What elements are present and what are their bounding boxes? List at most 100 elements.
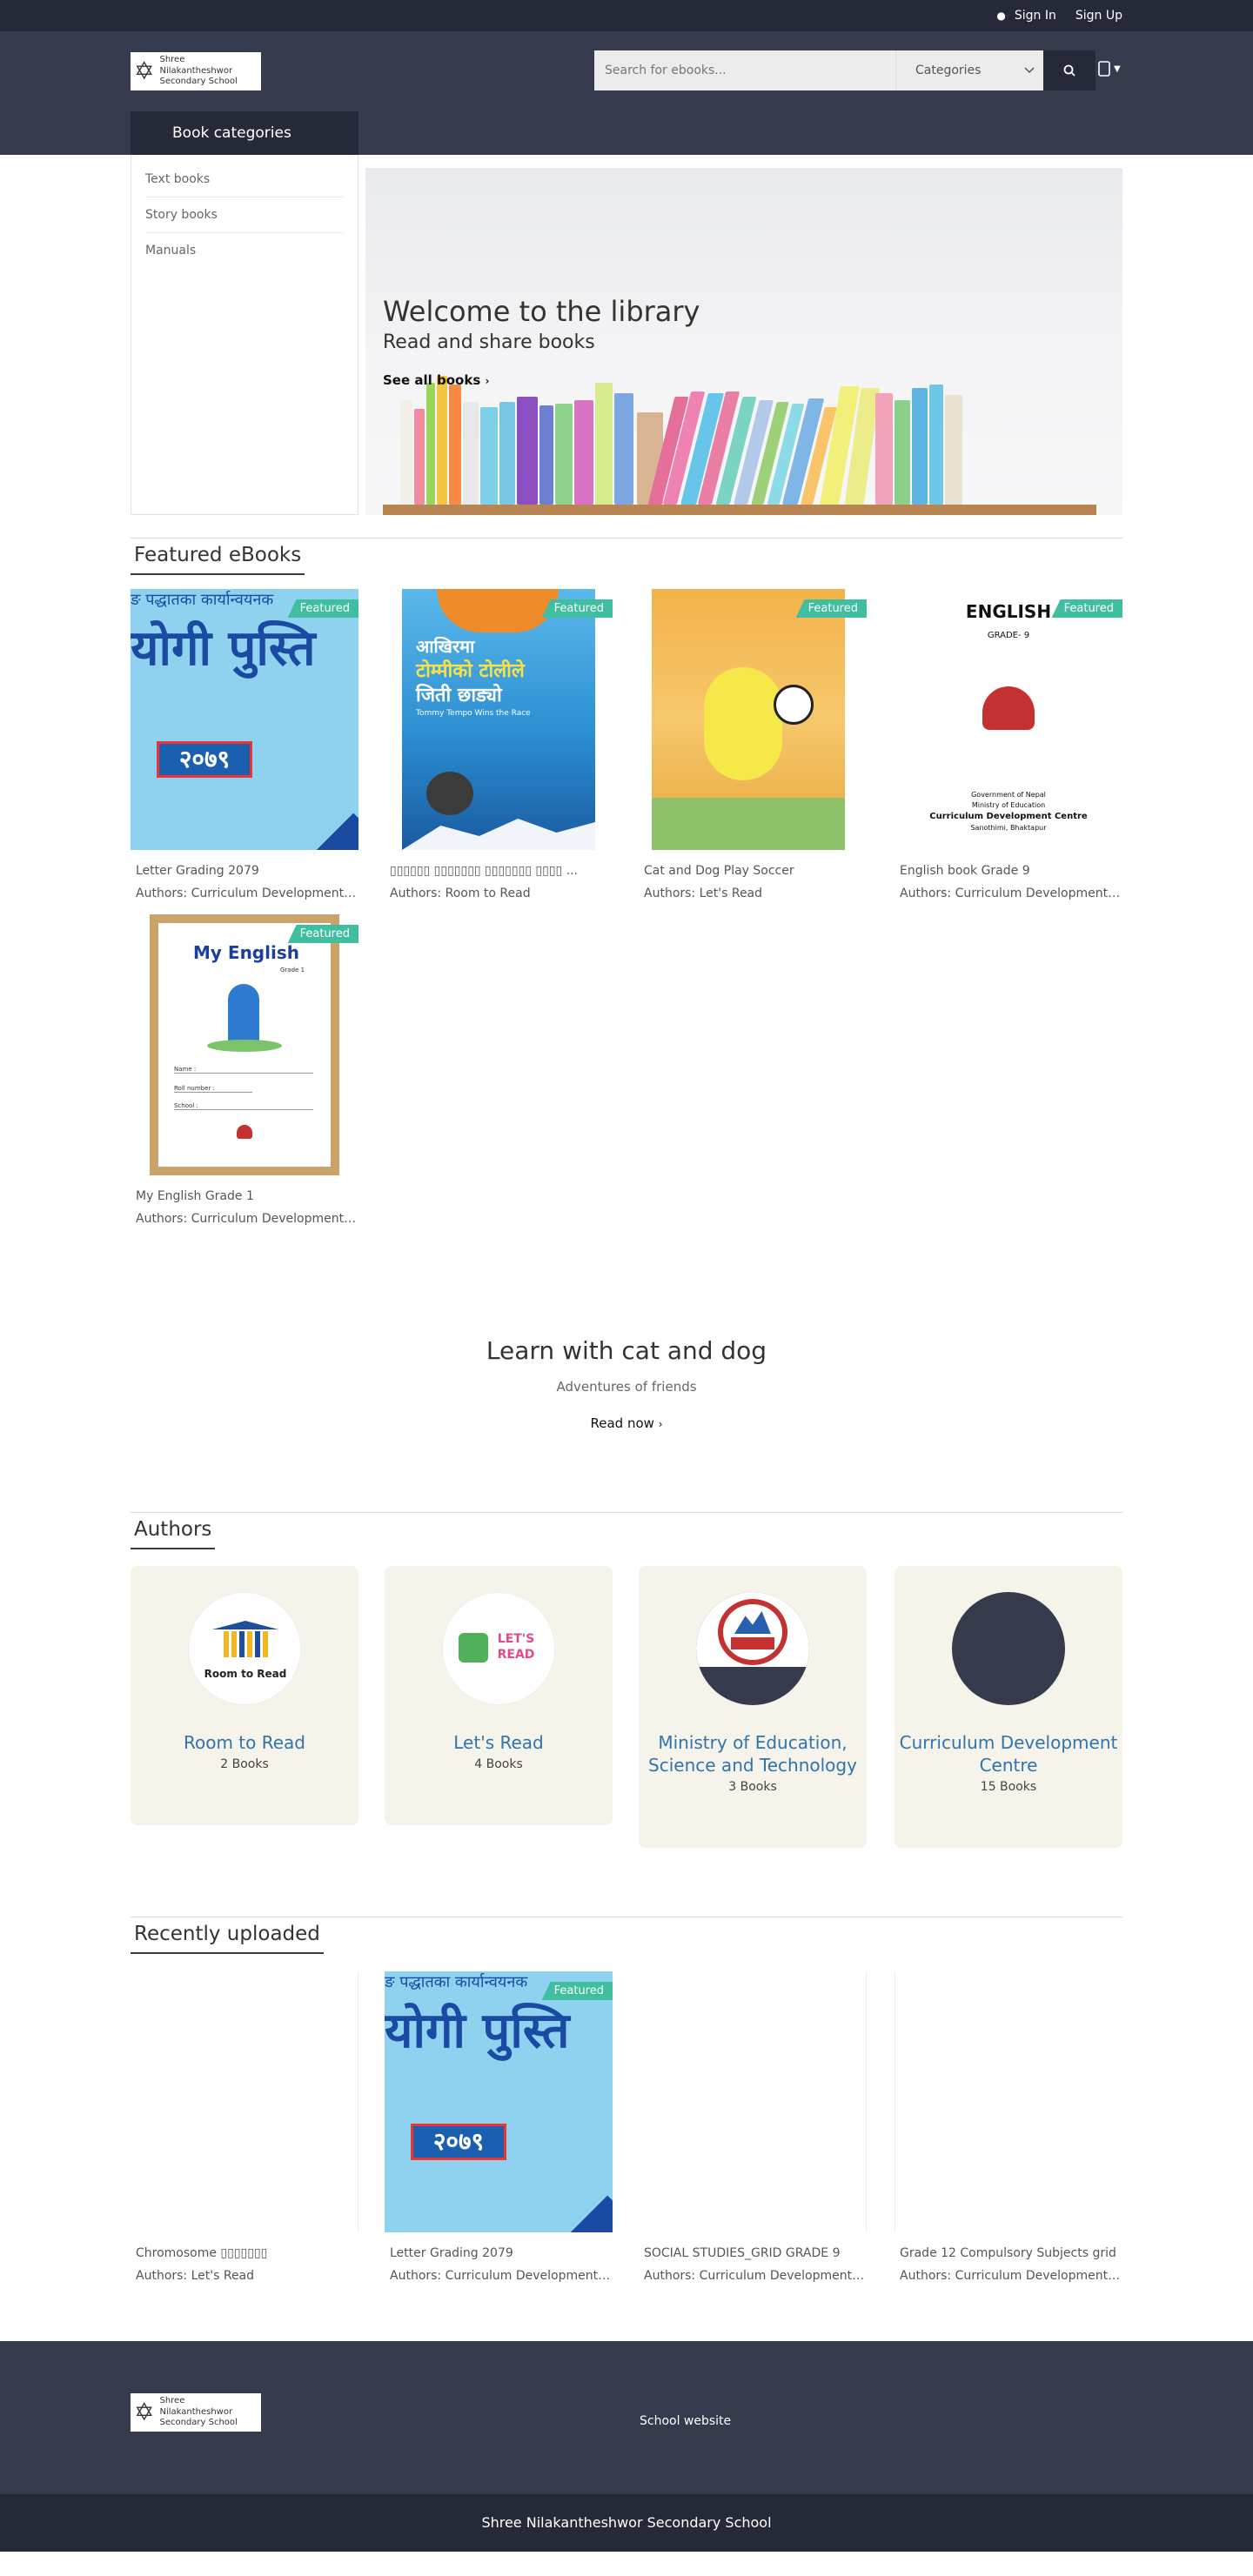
book-card[interactable]: Grade 12 Compulsory Subjects grid Author… — [895, 1971, 1122, 2283]
logo-name-line2: Secondary School — [159, 77, 238, 87]
welcome-banner: Welcome to the library Read and share bo… — [365, 168, 1122, 515]
book-cover[interactable] — [639, 589, 867, 850]
book-card[interactable]: My English Grade 1 Name : Roll number : … — [131, 914, 358, 1226]
cover-text: My English — [193, 942, 299, 963]
cover-text: टोम्मीको टोलीले — [416, 660, 525, 682]
book-card[interactable]: ङ पद्धातका कार्यान्वयनक योगी पुस्ति २०७९… — [131, 589, 358, 900]
author-name[interactable]: Let's Read — [385, 1731, 613, 1754]
book-categories-heading: Book categories — [131, 111, 358, 155]
promo-title: Learn with cat and dog — [486, 1336, 767, 1365]
book-card[interactable]: आखिरमा टोम्मीको टोलीले जिती छाड्यो Tommy… — [385, 589, 613, 900]
book-title[interactable]: English book Grade 9 — [895, 864, 1122, 878]
book-title[interactable]: ▯▯▯▯▯▯ ▯▯▯▯▯▯▯ ▯▯▯▯▯▯▯ ▯▯▯▯ ... — [385, 864, 613, 878]
sidebar-item-text-books[interactable]: Text books — [145, 162, 344, 197]
sidebar-item-story-books[interactable]: Story books — [145, 197, 344, 233]
copyright-bar: Shree Nilakantheshwor Secondary School — [0, 2494, 1253, 2552]
footer-logo[interactable]: ✡ Shree Nilakantheshwor Secondary School — [131, 2393, 261, 2432]
logo-name-line2: Secondary School — [159, 2418, 238, 2428]
book-cover[interactable]: ङ पद्धातका कार्यान्वयनक योगी पुस्ति २०७९ — [385, 1971, 613, 2232]
site-header: ✡ Shree Nilakantheshwor Secondary School… — [0, 31, 1253, 155]
book-cover[interactable] — [639, 1971, 867, 2232]
promo-subtitle: Adventures of friends — [556, 1379, 697, 1395]
book-cover[interactable]: आखिरमा टोम्मीको टोलीले जिती छाड्यो Tommy… — [385, 589, 613, 850]
sign-up-link[interactable]: Sign Up — [1075, 9, 1122, 23]
book-cover[interactable] — [895, 1971, 1122, 2232]
caret-down-icon: ▼ — [1114, 64, 1121, 74]
book-author[interactable]: Authors: Let's Read — [131, 2269, 358, 2283]
author-card[interactable]: Curriculum Development Centre 15 Books — [895, 1566, 1122, 1848]
book-title[interactable]: SOCIAL STUDIES_GRID GRADE 9 — [639, 2246, 867, 2260]
book-title[interactable]: My English Grade 1 — [131, 1189, 358, 1203]
see-all-books-link[interactable]: See all books › — [383, 372, 489, 388]
cover-text: Grade 1 — [280, 967, 305, 974]
cart-dropdown[interactable]: ▼ — [1098, 61, 1121, 77]
cover-text: २०७९ — [411, 2124, 506, 2160]
author-avatar[interactable]: Room to Read — [188, 1592, 301, 1705]
author-logo-text: Room to Read — [204, 1668, 287, 1680]
book-title[interactable]: Cat and Dog Play Soccer — [639, 864, 867, 878]
school-logo[interactable]: ✡ Shree Nilakantheshwor Secondary School — [131, 52, 261, 90]
search-input[interactable] — [594, 50, 895, 90]
banner-title: Welcome to the library — [383, 295, 700, 328]
book-title[interactable]: Grade 12 Compulsory Subjects grid — [895, 2246, 1122, 2260]
cover-text: Name : — [174, 1066, 313, 1074]
search-bar: Categories — [594, 50, 1096, 90]
arrow-right-icon: › — [658, 1418, 663, 1430]
author-name[interactable]: Room to Read — [131, 1731, 358, 1754]
author-card[interactable]: Ministry of Education, Science and Techn… — [639, 1566, 867, 1848]
cover-text: योगी पुस्ति — [385, 2003, 570, 2059]
book-author[interactable]: Authors: Curriculum Development ... — [385, 2269, 613, 2283]
book-title[interactable]: Letter Grading 2079 — [131, 864, 358, 878]
sidebar-item-manuals[interactable]: Manuals — [145, 233, 344, 268]
logo-text: Shree Nilakantheshwor Secondary School — [159, 2396, 258, 2429]
star-of-david-icon: ✡ — [134, 57, 155, 85]
book-cover[interactable]: My English Grade 1 Name : Roll number : … — [131, 914, 358, 1175]
book-cover[interactable]: ङ पद्धातका कार्यान्वयनक योगी पुस्ति २०७९ — [131, 589, 358, 850]
book-author[interactable]: Authors: Curriculum Development ... — [639, 2269, 867, 2283]
copyright-text: Shree Nilakantheshwor Secondary School — [481, 2514, 772, 2531]
book-cover[interactable] — [131, 1971, 358, 2232]
author-avatar[interactable]: LET'S READ — [442, 1592, 555, 1705]
arrow-right-icon: › — [485, 375, 490, 387]
author-name[interactable]: Ministry of Education, Science and Techn… — [639, 1731, 867, 1776]
book-title[interactable]: Letter Grading 2079 — [385, 2246, 613, 2260]
book-author[interactable]: Authors: Let's Read — [639, 887, 867, 900]
book-author[interactable]: Authors: Room to Read — [385, 887, 613, 900]
site-footer: ✡ Shree Nilakantheshwor Secondary School… — [0, 2341, 1253, 2494]
book-author[interactable]: Authors: Curriculum Development ... — [131, 887, 358, 900]
author-name[interactable]: Curriculum Development Centre — [895, 1731, 1122, 1776]
book-card[interactable]: Chromosome ▯▯▯▯▯▯▯ Authors: Let's Read — [131, 1971, 358, 2283]
author-avatar[interactable] — [952, 1592, 1065, 1705]
sign-up-label: Sign Up — [1075, 9, 1122, 23]
book-title[interactable]: Chromosome ▯▯▯▯▯▯▯ — [131, 2246, 358, 2260]
book-card[interactable]: ENGLISH GRADE- 9 Government of Nepal Min… — [895, 589, 1122, 900]
book-card[interactable]: SOCIAL STUDIES_GRID GRADE 9 Authors: Cur… — [639, 1971, 867, 2283]
hero-section: Text books Story books Manuals Welcome t… — [131, 155, 1122, 538]
cover-text: GRADE- 9 — [987, 631, 1030, 640]
sign-in-link[interactable]: ● Sign In — [996, 9, 1055, 23]
book-card[interactable]: Featured Cat and Dog Play Soccer Authors… — [639, 589, 867, 900]
category-select-value: Categories — [915, 64, 982, 77]
category-select[interactable]: Categories — [895, 50, 1043, 90]
cover-text: २०७९ — [157, 741, 252, 778]
search-button[interactable] — [1043, 50, 1096, 90]
mobile-icon — [1098, 61, 1110, 77]
author-book-count: 15 Books — [980, 1780, 1037, 1794]
book-author[interactable]: Authors: Curriculum Development ... — [895, 2269, 1122, 2283]
featured-badge: Featured — [287, 925, 358, 943]
chevron-down-icon — [1024, 67, 1035, 74]
author-card[interactable]: LET'S READ Let's Read 4 Books — [385, 1566, 613, 1825]
author-card[interactable]: Room to Read Room to Read 2 Books — [131, 1566, 358, 1825]
book-author[interactable]: Authors: Curriculum Development ... — [131, 1212, 358, 1226]
read-now-link[interactable]: Read now › — [590, 1415, 662, 1431]
school-website-link[interactable]: School website — [640, 2414, 731, 2428]
author-avatar[interactable] — [696, 1592, 809, 1705]
book-card[interactable]: ङ पद्धातका कार्यान्वयनक योगी पुस्ति २०७९… — [385, 1971, 613, 2283]
banner-subtitle: Read and share books — [383, 331, 595, 353]
book-author[interactable]: Authors: Curriculum Development ... — [895, 887, 1122, 900]
see-all-books-label: See all books — [383, 372, 481, 388]
authors-heading: Authors — [131, 1513, 216, 1549]
book-cover[interactable]: ENGLISH GRADE- 9 Government of Nepal Min… — [895, 589, 1122, 850]
cover-text: Curriculum Development Centre — [929, 812, 1088, 821]
author-book-count: 2 Books — [220, 1757, 269, 1771]
